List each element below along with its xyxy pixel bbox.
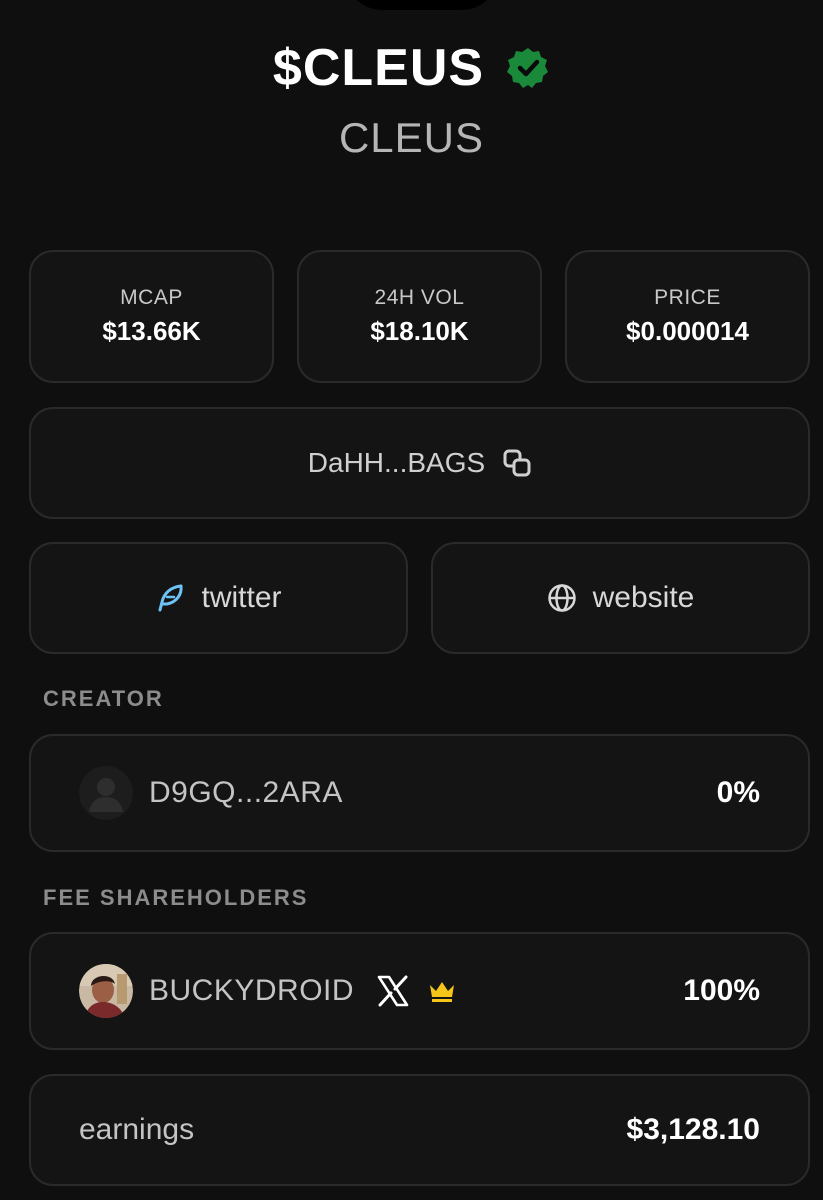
creator-share: 0%	[716, 776, 760, 809]
stat-label: PRICE	[654, 286, 721, 309]
default-avatar-icon	[79, 766, 133, 820]
token-header: $CLEUS	[0, 38, 823, 98]
creator-address: D9GQ...2ARA	[149, 776, 343, 809]
fee-shareholders-section-label: FEE SHAREHOLDERS	[43, 885, 309, 910]
twitter-link-button[interactable]: twitter	[29, 542, 408, 654]
stat-card-mcap: MCAP $13.66K	[29, 250, 274, 383]
stat-card-price: PRICE $0.000014	[565, 250, 810, 383]
token-name: CLEUS	[338, 114, 485, 161]
verified-badge-icon	[507, 48, 549, 88]
contract-address-button[interactable]: DaHH...BAGS	[29, 407, 810, 519]
creator-row[interactable]: D9GQ...2ARA 0%	[29, 734, 810, 852]
token-ticker: $CLEUS	[272, 39, 485, 97]
shareholder-share: 100%	[683, 974, 760, 1007]
earnings-row: earnings $3,128.10	[29, 1074, 810, 1186]
earnings-value: $3,128.10	[626, 1113, 760, 1146]
creator-section-label: CREATOR	[43, 686, 164, 711]
twitter-link-label: twitter	[201, 581, 282, 614]
crown-icon	[430, 982, 455, 1002]
shareholder-name: BUCKYDROID	[149, 974, 355, 1007]
shareholder-identity: BUCKYDROID	[79, 964, 683, 1018]
token-avatar	[343, 0, 501, 10]
shareholder-row[interactable]: BUCKYDROID 100%	[29, 932, 810, 1050]
feather-icon	[158, 584, 184, 612]
globe-icon	[547, 584, 576, 612]
user-avatar	[79, 964, 133, 1018]
stat-card-volume: 24H VOL $18.10K	[297, 250, 542, 383]
contract-address: DaHH...BAGS	[307, 447, 486, 478]
stat-value: $13.66K	[102, 316, 201, 346]
stat-value: $0.000014	[626, 316, 749, 346]
token-page: $CLEUS CLEUS MCAP $13.66K 24H VOL $18.10…	[0, 0, 823, 1200]
creator-identity: D9GQ...2ARA	[79, 766, 717, 820]
website-link-label: website	[592, 581, 695, 614]
copy-icon[interactable]	[503, 449, 531, 477]
stat-value: $18.10K	[370, 316, 469, 346]
stat-label: MCAP	[120, 286, 183, 309]
website-link-button[interactable]: website	[431, 542, 810, 654]
x-logo-icon[interactable]	[376, 974, 410, 1008]
stat-label: 24H VOL	[374, 286, 465, 309]
earnings-label: earnings	[79, 1113, 195, 1146]
